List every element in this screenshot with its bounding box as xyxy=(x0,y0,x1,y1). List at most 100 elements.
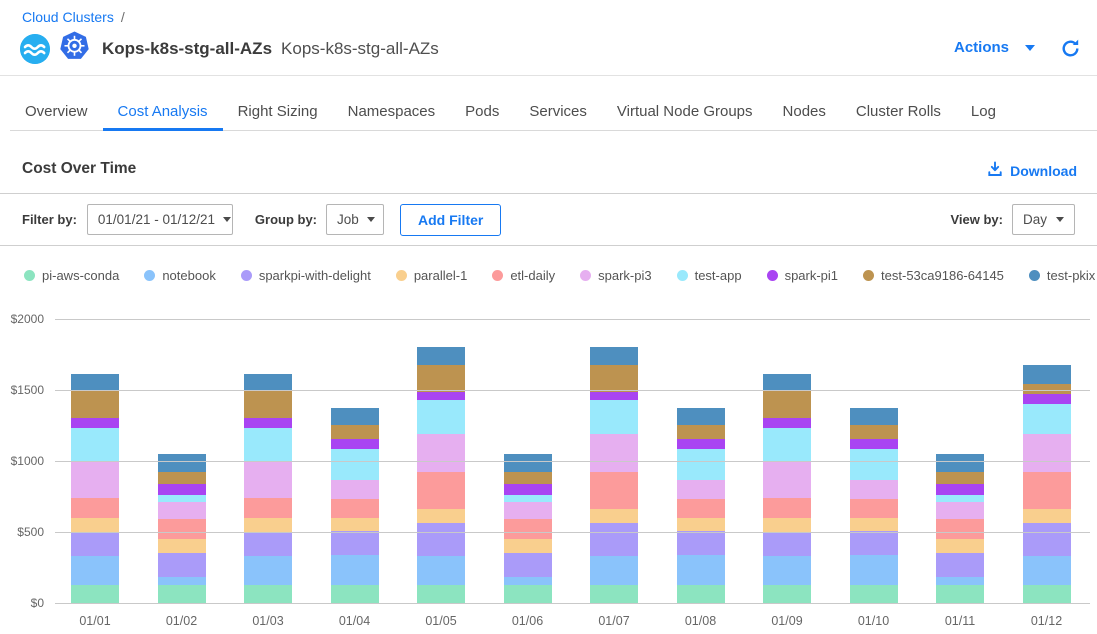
view-by-select[interactable]: Day xyxy=(1012,204,1075,235)
page-header: Kops-k8s-stg-all-AZs Kops-k8s-stg-all-AZ… xyxy=(20,31,439,66)
legend-item-test-app[interactable]: test-app xyxy=(677,268,742,283)
refresh-button[interactable] xyxy=(1060,38,1081,64)
bar-segment-parallel-1 xyxy=(417,509,465,522)
legend-item-label: sparkpi-with-delight xyxy=(259,268,371,283)
bar-segment-test-53ca9186-64145 xyxy=(71,391,119,419)
x-tick-label: 01/07 xyxy=(579,614,649,628)
bar-segment-etl-daily xyxy=(763,498,811,518)
legend-item-spark-pi1[interactable]: spark-pi1 xyxy=(767,268,838,283)
bar-segment-pi-aws-conda xyxy=(244,585,292,603)
date-range-value: 01/01/21 - 01/12/21 xyxy=(98,212,215,227)
legend-item-test-53ca9186-64145[interactable]: test-53ca9186-64145 xyxy=(863,268,1004,283)
bar-segment-sparkpi-with-delight xyxy=(331,531,379,555)
bar-segment-test-app xyxy=(1023,404,1071,435)
tab-virtual-node-groups[interactable]: Virtual Node Groups xyxy=(602,95,768,131)
legend-item-label: notebook xyxy=(162,268,216,283)
bar-segment-pi-aws-conda xyxy=(71,585,119,603)
bar-segment-parallel-1 xyxy=(504,539,552,552)
x-tick-label: 01/08 xyxy=(666,614,736,628)
legend-item-notebook[interactable]: notebook xyxy=(144,268,216,283)
bar-01-10 xyxy=(850,408,898,603)
legend-dot-icon xyxy=(1029,270,1040,281)
x-tick-label: 01/02 xyxy=(147,614,217,628)
download-button[interactable]: Download xyxy=(987,161,1077,180)
add-filter-button[interactable]: Add Filter xyxy=(400,204,501,236)
bar-segment-notebook xyxy=(504,577,552,585)
y-tick-label: $0 xyxy=(0,596,44,610)
bar-segment-etl-daily xyxy=(71,498,119,518)
x-tick-label: 01/01 xyxy=(60,614,130,628)
bar-segment-test-app xyxy=(331,449,379,480)
gridline xyxy=(55,390,1090,391)
legend-item-etl-daily[interactable]: etl-daily xyxy=(492,268,555,283)
bar-segment-test-pkix xyxy=(417,347,465,365)
bar-segment-spark-pi3 xyxy=(850,480,898,499)
legend-dot-icon xyxy=(492,270,503,281)
bar-01-12 xyxy=(1023,365,1071,603)
legend-item-spark-pi3[interactable]: spark-pi3 xyxy=(580,268,651,283)
bar-segment-spark-pi1 xyxy=(417,392,465,400)
group-by-select[interactable]: Job xyxy=(326,204,384,235)
bar-segment-test-pkix xyxy=(244,374,292,391)
y-tick-label: $500 xyxy=(0,525,44,539)
tab-overview[interactable]: Overview xyxy=(10,95,103,131)
bar-segment-parallel-1 xyxy=(331,518,379,531)
bar-segment-test-pkix xyxy=(504,454,552,472)
tab-namespaces[interactable]: Namespaces xyxy=(333,95,451,131)
legend-item-sparkpi-with-delight[interactable]: sparkpi-with-delight xyxy=(241,268,371,283)
tab-cluster-rolls[interactable]: Cluster Rolls xyxy=(841,95,956,131)
bar-segment-spark-pi1 xyxy=(590,392,638,400)
bar-segment-test-53ca9186-64145 xyxy=(936,472,984,484)
bar-segment-sparkpi-with-delight xyxy=(850,531,898,555)
tab-nodes[interactable]: Nodes xyxy=(768,95,841,131)
x-tick-label: 01/03 xyxy=(233,614,303,628)
x-tick-label: 01/11 xyxy=(925,614,995,628)
bar-01-02 xyxy=(158,454,206,603)
bar-01-06 xyxy=(504,454,552,603)
bar-segment-test-pkix xyxy=(71,374,119,391)
page-title: Kops-k8s-stg-all-AZs xyxy=(102,39,272,59)
bar-segment-test-pkix xyxy=(677,408,725,425)
bar-segment-spark-pi1 xyxy=(936,484,984,495)
tab-services[interactable]: Services xyxy=(514,95,602,131)
bar-segment-pi-aws-conda xyxy=(331,585,379,603)
bar-segment-pi-aws-conda xyxy=(590,585,638,603)
bar-segment-notebook xyxy=(590,556,638,585)
tab-pods[interactable]: Pods xyxy=(450,95,514,131)
legend-item-parallel-1[interactable]: parallel-1 xyxy=(396,268,467,283)
legend-item-test-pkix[interactable]: test-pkix xyxy=(1029,268,1095,283)
actions-button[interactable]: Actions xyxy=(954,39,1035,56)
y-tick-label: $1500 xyxy=(0,383,44,397)
tab-log[interactable]: Log xyxy=(956,95,1011,131)
tabs: OverviewCost AnalysisRight SizingNamespa… xyxy=(10,95,1097,131)
tab-right-sizing[interactable]: Right Sizing xyxy=(223,95,333,131)
actions-label: Actions xyxy=(954,39,1009,56)
section-title: Cost Over Time xyxy=(22,160,136,178)
bar-segment-pi-aws-conda xyxy=(677,585,725,603)
bar-segment-test-app xyxy=(244,428,292,461)
bar-segment-test-pkix xyxy=(850,408,898,425)
bar-segment-parallel-1 xyxy=(850,518,898,531)
legend-dot-icon xyxy=(396,270,407,281)
legend-item-pi-aws-conda[interactable]: pi-aws-conda xyxy=(24,268,119,283)
bar-01-07 xyxy=(590,347,638,603)
tab-cost-analysis[interactable]: Cost Analysis xyxy=(103,95,223,131)
bar-segment-pi-aws-conda xyxy=(1023,585,1071,603)
bar-segment-parallel-1 xyxy=(936,539,984,552)
legend-item-label: test-app xyxy=(695,268,742,283)
bar-segment-pi-aws-conda xyxy=(504,585,552,603)
x-tick-label: 01/06 xyxy=(493,614,563,628)
breadcrumb-link-cloud-clusters[interactable]: Cloud Clusters xyxy=(22,9,114,25)
x-tick-label: 01/12 xyxy=(1012,614,1082,628)
chart-plot: $0$500$1000$1500$2000 xyxy=(0,319,1097,603)
download-icon xyxy=(987,161,1003,180)
bar-segment-etl-daily xyxy=(1023,472,1071,510)
bar-01-03 xyxy=(244,374,292,603)
bar-segment-sparkpi-with-delight xyxy=(763,532,811,556)
bar-segment-pi-aws-conda xyxy=(417,585,465,603)
bar-segment-parallel-1 xyxy=(71,518,119,532)
date-range-select[interactable]: 01/01/21 - 01/12/21 xyxy=(87,204,233,235)
gridline xyxy=(55,532,1090,533)
bar-segment-notebook xyxy=(331,555,379,585)
bar-segment-spark-pi3 xyxy=(936,502,984,520)
